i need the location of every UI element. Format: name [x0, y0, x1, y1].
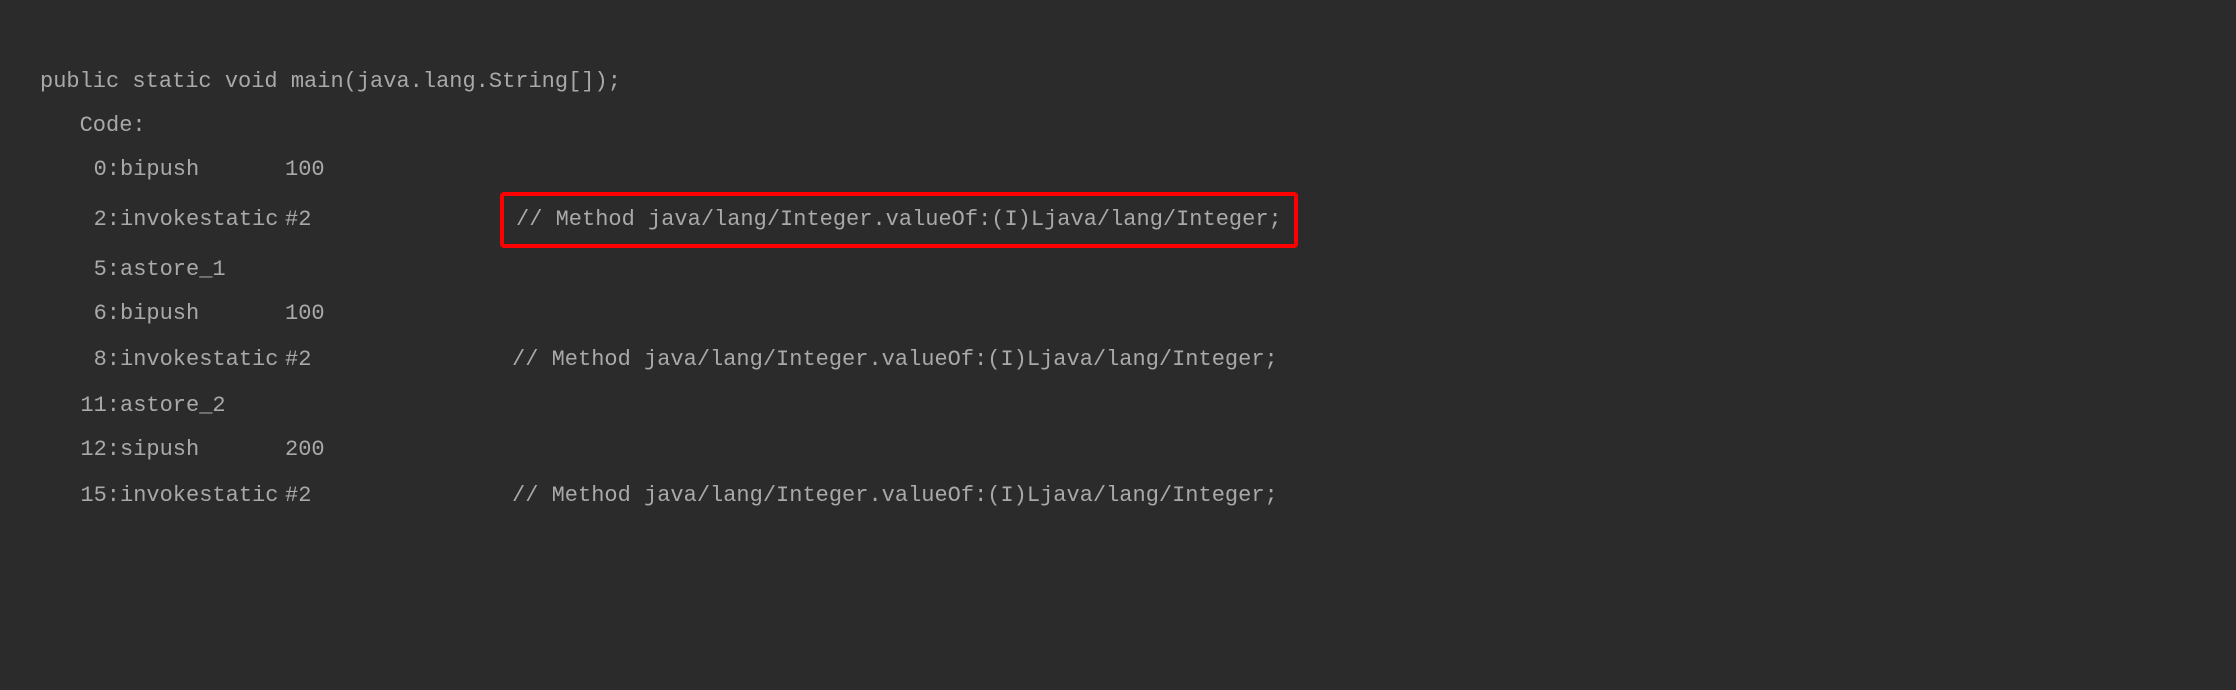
instruction-arg: 200 [285, 428, 500, 472]
instruction-opcode: astore_2 [120, 384, 285, 428]
instruction-opcode: astore_1 [120, 248, 285, 292]
bytecode-line: 11: astore_2 [20, 384, 2216, 428]
instruction-comment: // Method java/lang/Integer.valueOf:(I)L… [500, 336, 1290, 384]
instruction-offset: 8: [20, 338, 120, 382]
instruction-offset: 2: [20, 198, 120, 242]
method-signature: public static void main(java.lang.String… [20, 60, 2216, 104]
instruction-arg: 100 [285, 148, 500, 192]
instruction-opcode: bipush [120, 148, 285, 192]
instruction-comment: // Method java/lang/Integer.valueOf:(I)L… [500, 192, 1298, 248]
instruction-offset: 15: [20, 474, 120, 518]
instruction-opcode: bipush [120, 292, 285, 336]
bytecode-line: 8: invokestatic#2// Method java/lang/Int… [20, 336, 2216, 384]
bytecode-instructions: 0: bipush1002: invokestatic#2// Method j… [20, 148, 2216, 520]
bytecode-line: 6: bipush100 [20, 292, 2216, 336]
instruction-offset: 12: [20, 428, 120, 472]
bytecode-line: 15: invokestatic#2// Method java/lang/In… [20, 472, 2216, 520]
bytecode-line: 12: sipush200 [20, 428, 2216, 472]
bytecode-line: 0: bipush100 [20, 148, 2216, 192]
instruction-offset: 6: [20, 292, 120, 336]
instruction-comment: // Method java/lang/Integer.valueOf:(I)L… [500, 472, 1290, 520]
instruction-opcode: invokestatic [120, 198, 285, 242]
instruction-opcode: invokestatic [120, 474, 285, 518]
instruction-arg: #2 [285, 338, 500, 382]
bytecode-line: 5: astore_1 [20, 248, 2216, 292]
instruction-arg: #2 [285, 198, 500, 242]
code-label: Code: [20, 104, 2216, 148]
instruction-opcode: invokestatic [120, 338, 285, 382]
instruction-offset: 0: [20, 148, 120, 192]
instruction-arg: 100 [285, 292, 500, 336]
instruction-arg: #2 [285, 474, 500, 518]
instruction-offset: 11: [20, 384, 120, 428]
instruction-opcode: sipush [120, 428, 285, 472]
bytecode-line: 2: invokestatic#2// Method java/lang/Int… [20, 192, 2216, 248]
instruction-offset: 5: [20, 248, 120, 292]
